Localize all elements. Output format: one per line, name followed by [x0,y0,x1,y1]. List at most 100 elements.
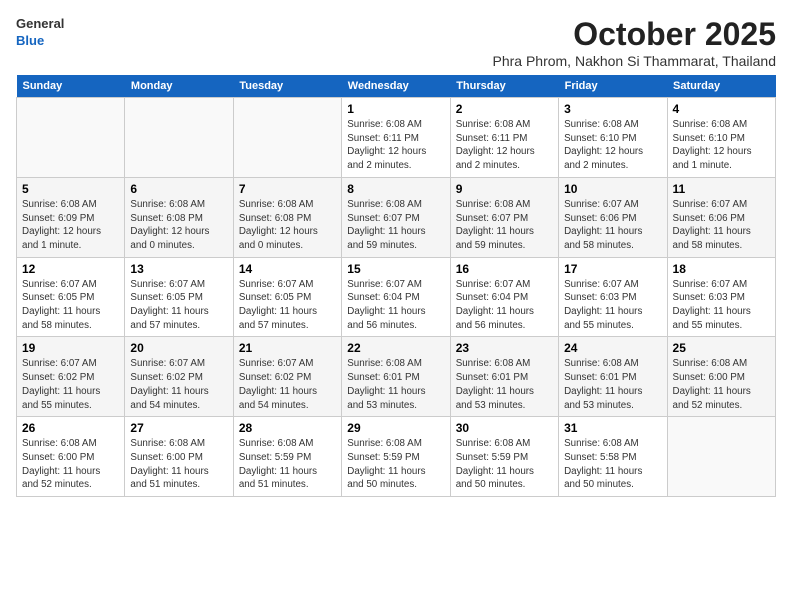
calendar-cell: 17 Sunrise: 6:07 AM Sunset: 6:03 PM Dayli… [559,257,667,337]
calendar-cell: 19 Sunrise: 6:07 AM Sunset: 6:02 PM Dayli… [17,337,125,417]
day-number: 25 [673,341,770,355]
day-info: Sunrise: 6:08 AM Sunset: 6:08 PM Dayligh… [239,198,336,253]
day-info: Sunrise: 6:07 AM Sunset: 6:02 PM Dayligh… [239,357,336,412]
day-info: Sunrise: 6:07 AM Sunset: 6:02 PM Dayligh… [22,357,119,412]
calendar-cell: 8 Sunrise: 6:08 AM Sunset: 6:07 PM Daylig… [342,177,450,257]
calendar-cell: 28Sunrise: 6:08 AM Sunset: 5:59 PM Dayli… [233,417,341,497]
day-info: Sunrise: 6:07 AM Sunset: 6:03 PM Dayligh… [564,278,661,333]
day-number: 8 [347,182,444,196]
calendar-cell: 14 Sunrise: 6:07 AM Sunset: 6:05 PM Dayli… [233,257,341,337]
day-info: Sunrise: 6:08 AM Sunset: 6:01 PM Dayligh… [347,357,444,412]
page-header: General Blue October 2025 Phra Phrom, Na… [16,16,776,69]
day-number: 27 [130,421,227,435]
day-info: Sunrise: 6:08 AM Sunset: 5:59 PM Dayligh… [239,437,336,492]
day-info: Sunrise: 6:07 AM Sunset: 6:03 PM Dayligh… [673,278,770,333]
calendar-cell: 26 Sunrise: 6:08 AM Sunset: 6:00 PM Dayli… [17,417,125,497]
day-info: Sunrise: 6:08 AM Sunset: 5:58 PM Dayligh… [564,437,661,492]
calendar-week-4: 19 Sunrise: 6:07 AM Sunset: 6:02 PM Dayli… [17,337,776,417]
day-number: 24 [564,341,661,355]
calendar-week-5: 26 Sunrise: 6:08 AM Sunset: 6:00 PM Dayli… [17,417,776,497]
day-info: Sunrise: 6:08 AM Sunset: 5:59 PM Dayligh… [456,437,553,492]
day-info: Sunrise: 6:07 AM Sunset: 6:05 PM Dayligh… [130,278,227,333]
day-info: Sunrise: 6:08 AM Sunset: 6:01 PM Dayligh… [564,357,661,412]
day-info: Sunrise: 6:08 AM Sunset: 6:00 PM Dayligh… [673,357,770,412]
day-info: Sunrise: 6:07 AM Sunset: 6:04 PM Dayligh… [347,278,444,333]
calendar-cell: 1 Sunrise: 6:08 AM Sunset: 6:11 PM Daylig… [342,98,450,178]
calendar-cell: 22 Sunrise: 6:08 AM Sunset: 6:01 PM Dayli… [342,337,450,417]
day-number: 10 [564,182,661,196]
day-number: 19 [22,341,119,355]
day-header-thursday: Thursday [450,75,558,98]
logo-container: General Blue [16,16,64,50]
calendar-cell: 10 Sunrise: 6:07 AM Sunset: 6:06 PM Dayli… [559,177,667,257]
calendar-table: SundayMondayTuesdayWednesdayThursdayFrid… [16,75,776,497]
calendar-cell: 16Sunrise: 6:07 AM Sunset: 6:04 PM Dayli… [450,257,558,337]
day-info: Sunrise: 6:08 AM Sunset: 6:11 PM Dayligh… [456,118,553,173]
day-number: 4 [673,102,770,116]
day-number: 15 [347,262,444,276]
day-info: Sunrise: 6:07 AM Sunset: 6:05 PM Dayligh… [239,278,336,333]
day-header-saturday: Saturday [667,75,775,98]
day-number: 9 [456,182,553,196]
calendar-cell: 6 Sunrise: 6:08 AM Sunset: 6:08 PM Daylig… [125,177,233,257]
calendar-cell [667,417,775,497]
title-block: October 2025 Phra Phrom, Nakhon Si Thamm… [492,16,776,69]
day-number: 7 [239,182,336,196]
calendar-cell: 5Sunrise: 6:08 AM Sunset: 6:09 PM Daylig… [17,177,125,257]
day-header-monday: Monday [125,75,233,98]
day-header-wednesday: Wednesday [342,75,450,98]
day-number: 1 [347,102,444,116]
calendar-cell: 13 Sunrise: 6:07 AM Sunset: 6:05 PM Dayli… [125,257,233,337]
day-info: Sunrise: 6:08 AM Sunset: 6:07 PM Dayligh… [456,198,553,253]
day-info: Sunrise: 6:08 AM Sunset: 6:08 PM Dayligh… [130,198,227,253]
day-number: 30 [456,421,553,435]
calendar-header-row: SundayMondayTuesdayWednesdayThursdayFrid… [17,75,776,98]
day-info: Sunrise: 6:08 AM Sunset: 5:59 PM Dayligh… [347,437,444,492]
day-number: 20 [130,341,227,355]
day-number: 6 [130,182,227,196]
calendar-cell: 24 Sunrise: 6:08 AM Sunset: 6:01 PM Dayli… [559,337,667,417]
calendar-cell: 3Sunrise: 6:08 AM Sunset: 6:10 PM Daylig… [559,98,667,178]
calendar-cell: 31 Sunrise: 6:08 AM Sunset: 5:58 PM Dayli… [559,417,667,497]
day-info: Sunrise: 6:07 AM Sunset: 6:02 PM Dayligh… [130,357,227,412]
page-subtitle: Phra Phrom, Nakhon Si Thammarat, Thailan… [492,53,776,69]
calendar-cell: 30 Sunrise: 6:08 AM Sunset: 5:59 PM Dayli… [450,417,558,497]
calendar-cell: 27 Sunrise: 6:08 AM Sunset: 6:00 PM Dayli… [125,417,233,497]
day-info: Sunrise: 6:08 AM Sunset: 6:00 PM Dayligh… [22,437,119,492]
day-info: Sunrise: 6:07 AM Sunset: 6:06 PM Dayligh… [564,198,661,253]
day-info: Sunrise: 6:08 AM Sunset: 6:00 PM Dayligh… [130,437,227,492]
calendar-cell: 4Sunrise: 6:08 AM Sunset: 6:10 PM Daylig… [667,98,775,178]
day-header-tuesday: Tuesday [233,75,341,98]
calendar-week-1: 1 Sunrise: 6:08 AM Sunset: 6:11 PM Daylig… [17,98,776,178]
calendar-cell [233,98,341,178]
calendar-cell [17,98,125,178]
day-info: Sunrise: 6:08 AM Sunset: 6:07 PM Dayligh… [347,198,444,253]
calendar-cell: 23Sunrise: 6:08 AM Sunset: 6:01 PM Dayli… [450,337,558,417]
day-number: 14 [239,262,336,276]
day-header-friday: Friday [559,75,667,98]
day-number: 31 [564,421,661,435]
day-number: 29 [347,421,444,435]
day-number: 2 [456,102,553,116]
day-number: 11 [673,182,770,196]
day-header-sunday: Sunday [17,75,125,98]
calendar-cell: 9 Sunrise: 6:08 AM Sunset: 6:07 PM Daylig… [450,177,558,257]
day-number: 26 [22,421,119,435]
day-number: 13 [130,262,227,276]
day-number: 18 [673,262,770,276]
day-number: 21 [239,341,336,355]
day-number: 23 [456,341,553,355]
calendar-week-3: 12Sunrise: 6:07 AM Sunset: 6:05 PM Dayli… [17,257,776,337]
day-number: 3 [564,102,661,116]
day-info: Sunrise: 6:07 AM Sunset: 6:05 PM Dayligh… [22,278,119,333]
day-info: Sunrise: 6:08 AM Sunset: 6:11 PM Dayligh… [347,118,444,173]
calendar-cell: 29 Sunrise: 6:08 AM Sunset: 5:59 PM Dayli… [342,417,450,497]
calendar-cell [125,98,233,178]
page-title: October 2025 [492,16,776,53]
day-number: 22 [347,341,444,355]
calendar-cell: 7 Sunrise: 6:08 AM Sunset: 6:08 PM Daylig… [233,177,341,257]
day-number: 17 [564,262,661,276]
calendar-cell: 15 Sunrise: 6:07 AM Sunset: 6:04 PM Dayli… [342,257,450,337]
calendar-cell: 11Sunrise: 6:07 AM Sunset: 6:06 PM Dayli… [667,177,775,257]
calendar-week-2: 5Sunrise: 6:08 AM Sunset: 6:09 PM Daylig… [17,177,776,257]
